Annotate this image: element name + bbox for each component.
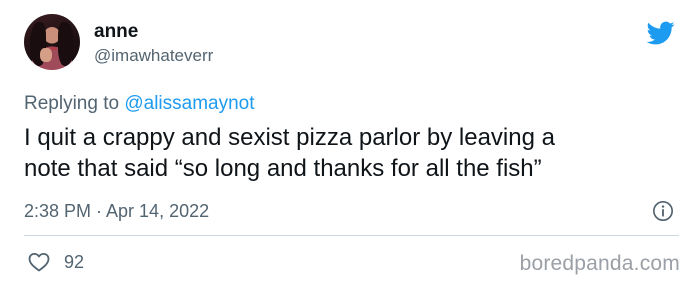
avatar-hand	[40, 48, 52, 62]
divider	[24, 235, 679, 236]
tweet-text: I quit a crappy and sexist pizza parlor …	[24, 124, 555, 182]
replying-prefix: Replying to	[24, 93, 125, 114]
tweet-timestamp[interactable]: 2:38 PM · Apr 14, 2022	[24, 200, 209, 222]
author-handle[interactable]: @imawhateverr	[94, 46, 213, 66]
tweet-card: anne @imawhateverr Replying to @alissama…	[0, 0, 700, 288]
avatar-hair-right	[58, 22, 74, 66]
info-icon[interactable]	[652, 200, 674, 222]
avatar[interactable]	[24, 14, 80, 70]
twitter-bird-icon[interactable]	[645, 19, 677, 47]
avatar-lips	[50, 47, 57, 50]
author-name[interactable]: anne	[94, 21, 138, 43]
like-count: 92	[64, 252, 85, 272]
reply-mention-link[interactable]: @alissamaynot	[124, 93, 254, 114]
watermark: boredpanda.com	[519, 252, 680, 275]
heart-icon[interactable]	[26, 250, 52, 274]
replying-to: Replying to @alissamaynot	[24, 93, 255, 115]
